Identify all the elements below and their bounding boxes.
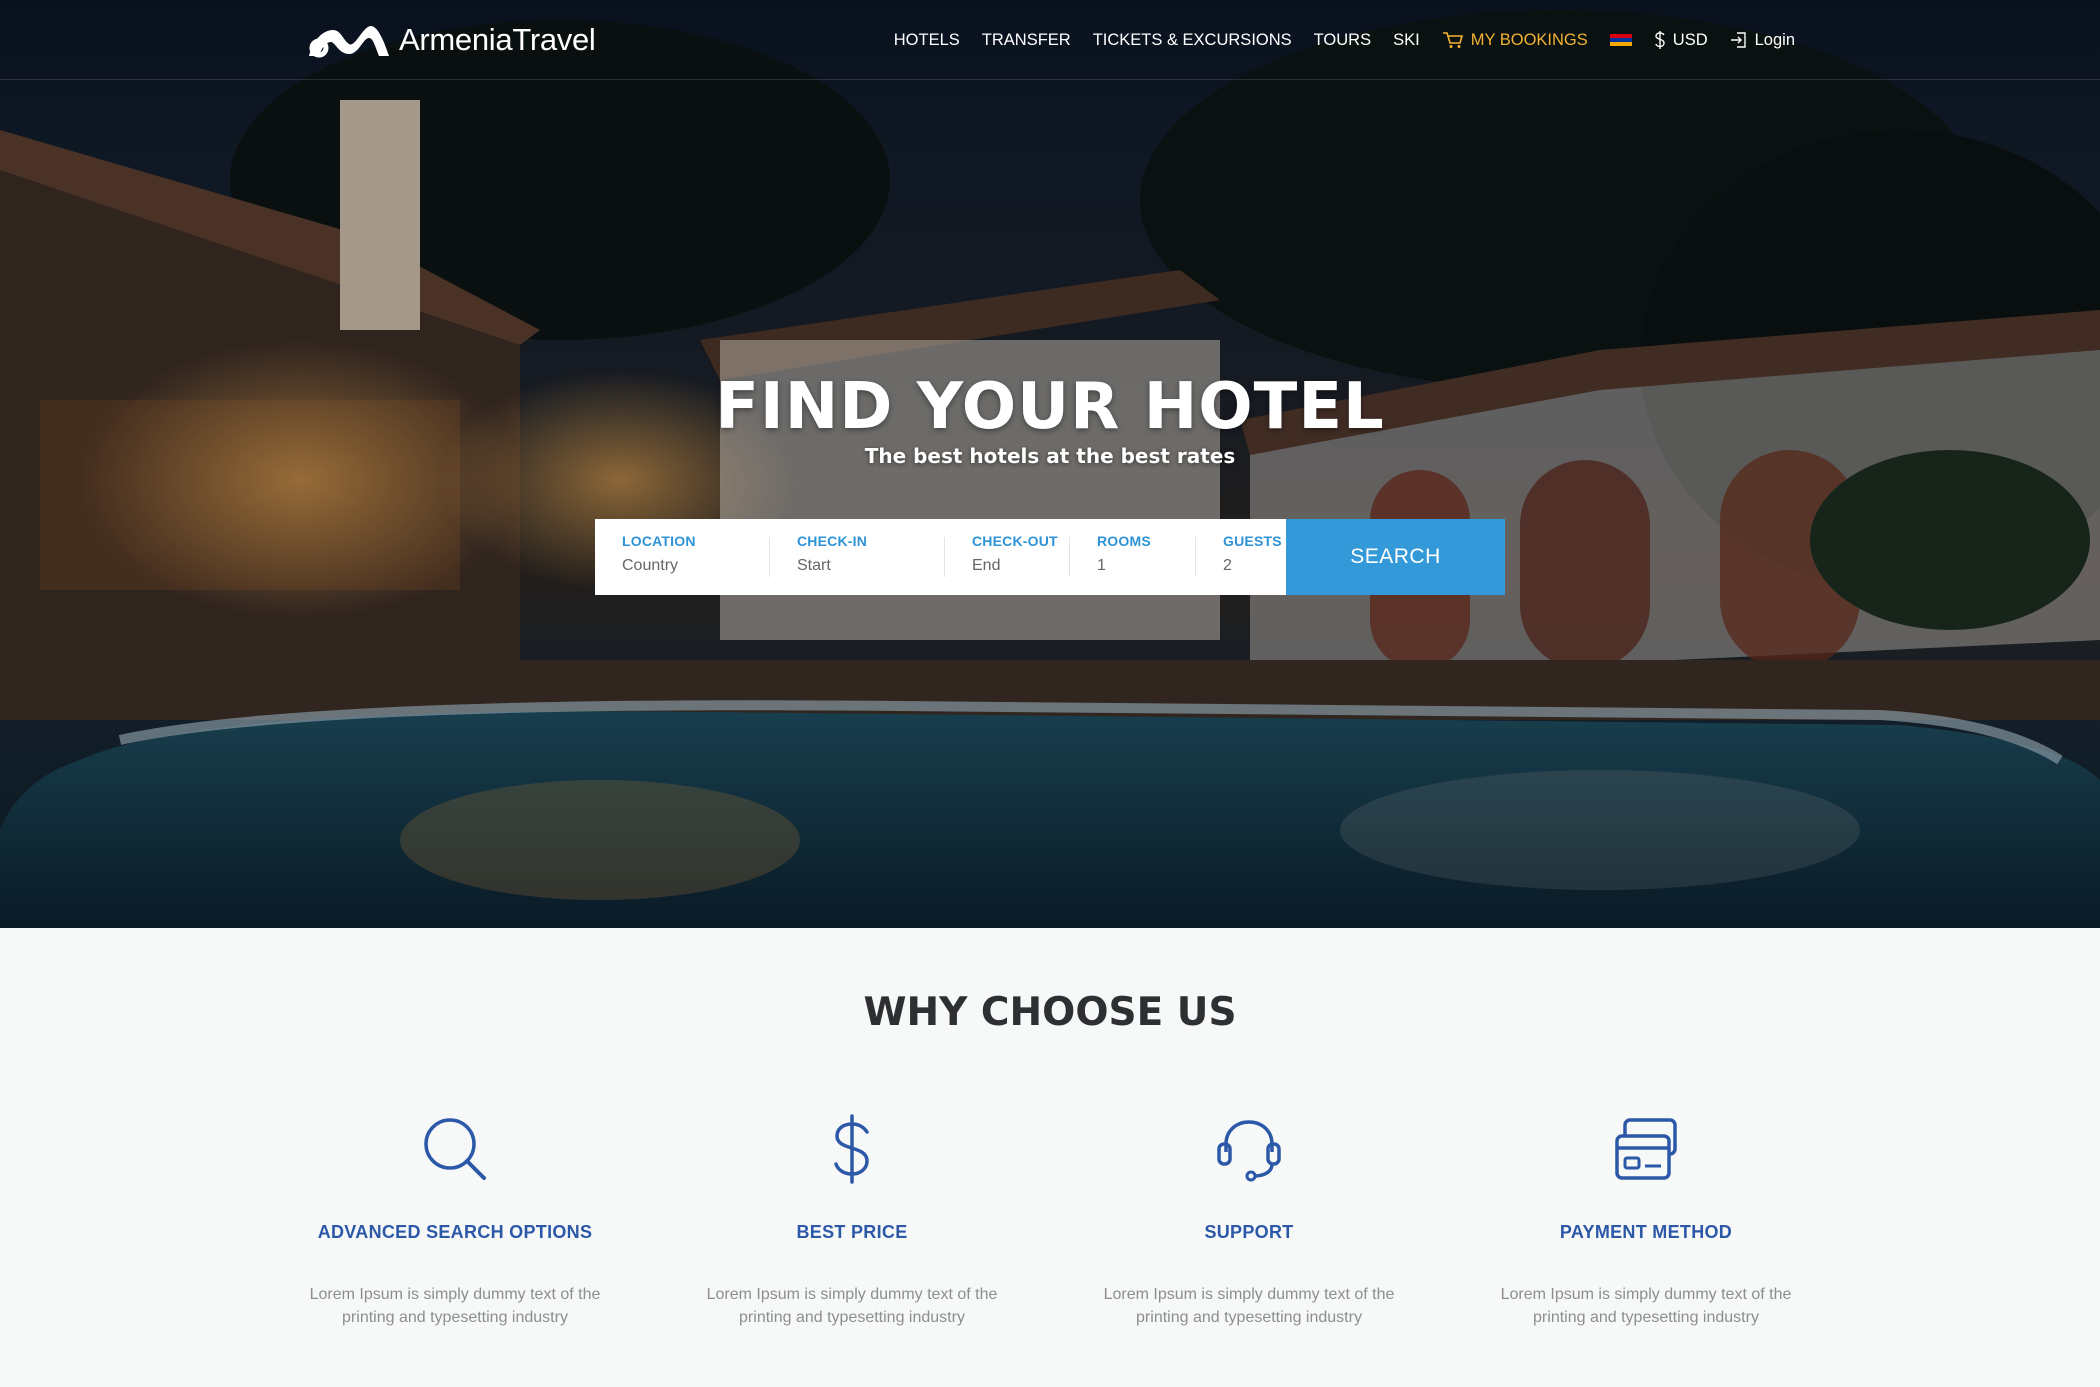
logo-mark-icon xyxy=(309,26,389,58)
hero-subtitle: The best hotels at the best rates xyxy=(864,444,1236,468)
dollar-sign-icon xyxy=(1654,31,1666,49)
nav-item-tickets-excursions[interactable]: TICKETS & EXCURSIONS xyxy=(1093,31,1292,50)
location-value: Country xyxy=(622,557,679,574)
feature-payment-method: PAYMENT METHOD Lorem Ipsum is simply dum… xyxy=(1481,1114,1811,1329)
cart-icon xyxy=(1442,31,1464,49)
main-nav: HOTELS TRANSFER TICKETS & EXCURSIONS TOU… xyxy=(872,26,1795,54)
login-icon xyxy=(1730,31,1748,49)
search-button[interactable]: SEARCH xyxy=(1286,519,1505,595)
currency-label: USD xyxy=(1672,30,1708,49)
feature-text: Lorem Ipsum is simply dummy text of the … xyxy=(1500,1286,1792,1326)
guests-label: GUESTS xyxy=(1223,533,1282,549)
headset-icon xyxy=(1217,1120,1281,1182)
nav-item-hotels[interactable]: HOTELS xyxy=(894,31,960,50)
check-out-label: CHECK-OUT xyxy=(972,533,1058,549)
check-in-value: Start xyxy=(797,557,831,574)
check-out-value: End xyxy=(972,557,1001,574)
feature-advanced-search: ADVANCED SEARCH OPTIONS Lorem Ipsum is s… xyxy=(290,1114,620,1329)
feature-support: SUPPORT Lorem Ipsum is simply dummy text… xyxy=(1084,1114,1414,1329)
search-icon xyxy=(424,1118,486,1180)
brand-name: ArmeniaTravel xyxy=(399,22,596,57)
check-in-field[interactable]: CHECK-IN Start xyxy=(770,519,945,595)
feature-text: Lorem Ipsum is simply dummy text of the … xyxy=(1103,1286,1395,1326)
guests-field[interactable]: GUESTS 2 xyxy=(1196,519,1287,595)
login-label: Login xyxy=(1754,30,1795,49)
feature-title: SUPPORT xyxy=(1204,1222,1294,1242)
nav-item-transfer[interactable]: TRANSFER xyxy=(982,31,1071,50)
currency-selector[interactable]: USD xyxy=(1654,31,1708,50)
feature-title: PAYMENT METHOD xyxy=(1559,1222,1733,1242)
hero-title: FIND YOUR HOTEL xyxy=(715,370,1385,444)
login-link[interactable]: Login xyxy=(1730,31,1795,50)
language-selector[interactable] xyxy=(1609,33,1632,47)
why-choose-us-title: WHY CHOOSE US xyxy=(863,990,1237,1035)
nav-item-tours[interactable]: TOURS xyxy=(1314,31,1371,50)
location-field[interactable]: LOCATION Country xyxy=(595,519,770,595)
check-out-field[interactable]: CHECK-OUT End xyxy=(945,519,1070,595)
check-in-label: CHECK-IN xyxy=(797,533,868,549)
hotel-search-form: LOCATION Country CHECK-IN Start CHECK-OU… xyxy=(595,519,1505,595)
rooms-value: 1 xyxy=(1097,557,1106,574)
feature-title: BEST PRICE xyxy=(796,1222,908,1242)
location-label: LOCATION xyxy=(622,533,696,549)
nav-item-my-bookings[interactable]: MY BOOKINGS xyxy=(1442,31,1588,50)
feature-title: ADVANCED SEARCH OPTIONS xyxy=(317,1222,593,1242)
dollar-icon xyxy=(834,1114,869,1184)
nav-item-ski[interactable]: SKI xyxy=(1393,31,1420,50)
hero-section: ArmeniaTravel HOTELS TRANSFER TICKETS & … xyxy=(0,0,2100,928)
credit-card-icon xyxy=(1615,1118,1677,1180)
my-bookings-label: MY BOOKINGS xyxy=(1470,30,1588,49)
feature-text: Lorem Ipsum is simply dummy text of the … xyxy=(309,1286,601,1326)
rooms-field[interactable]: ROOMS 1 xyxy=(1070,519,1196,595)
rooms-label: ROOMS xyxy=(1097,533,1151,549)
feature-best-price: BEST PRICE Lorem Ipsum is simply dummy t… xyxy=(687,1114,1017,1329)
armenian-flag-icon xyxy=(1609,33,1632,47)
why-choose-us-section: WHY CHOOSE US ADVANCED SEARCH OPTIONS Lo… xyxy=(0,928,2100,1387)
feature-text: Lorem Ipsum is simply dummy text of the … xyxy=(706,1286,998,1326)
guests-value: 2 xyxy=(1223,557,1232,574)
top-navbar: ArmeniaTravel HOTELS TRANSFER TICKETS & … xyxy=(0,0,2100,80)
brand-logo[interactable]: ArmeniaTravel xyxy=(305,18,596,62)
